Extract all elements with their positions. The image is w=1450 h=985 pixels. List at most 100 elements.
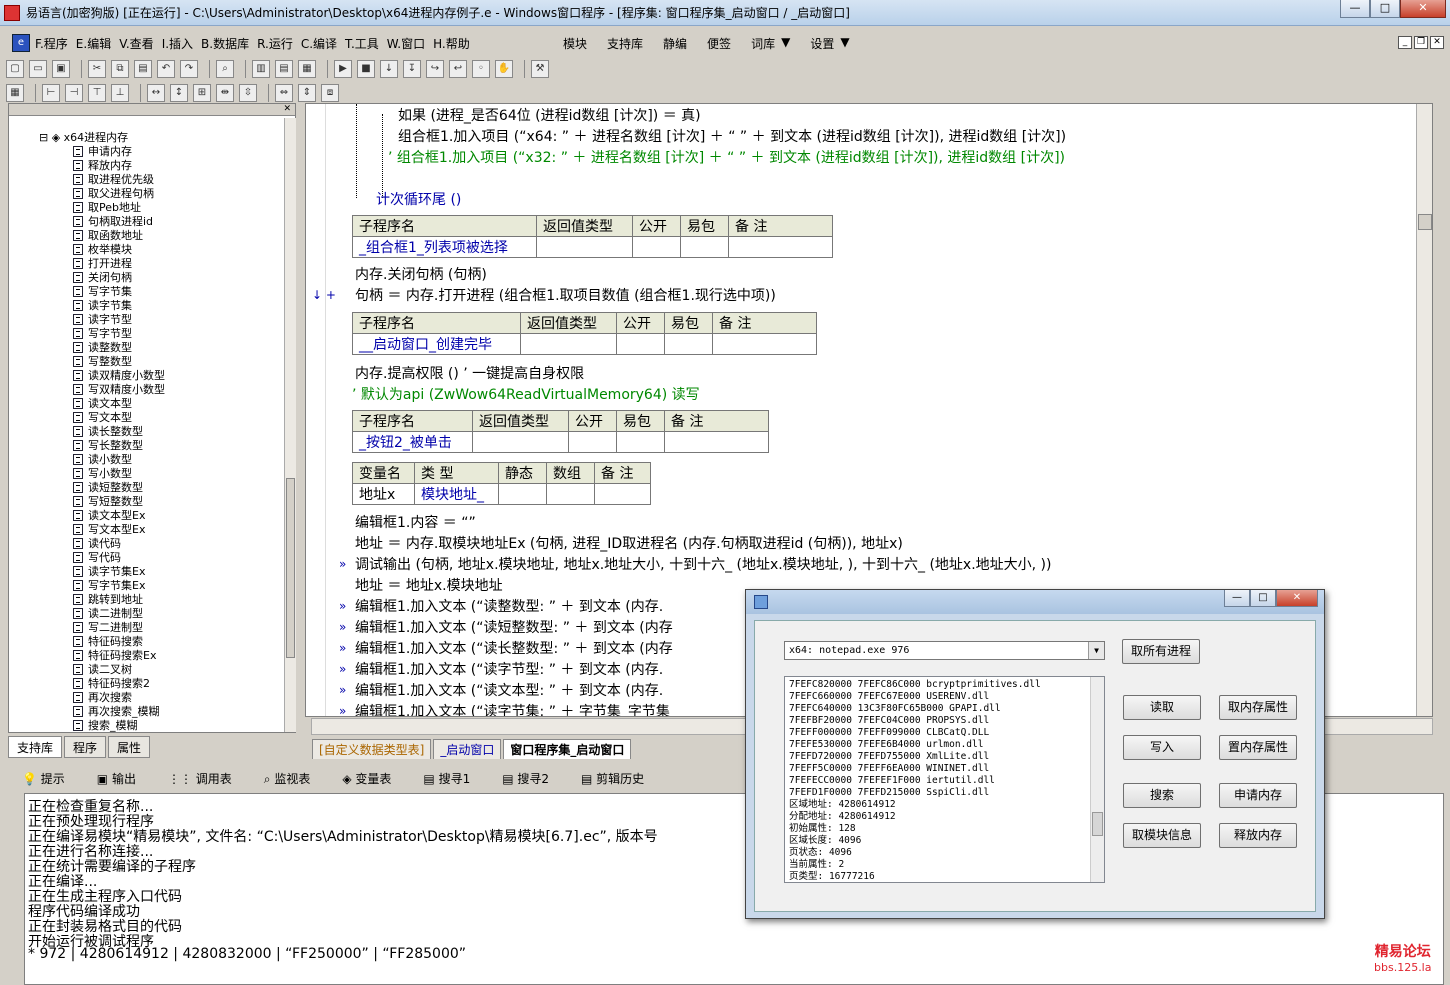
step-icon[interactable]: ↓ xyxy=(380,60,398,78)
mdi-close-icon[interactable]: ✕ xyxy=(1430,36,1444,49)
set-memory-attr-button[interactable]: 置内存属性 xyxy=(1219,735,1297,760)
menu-support-lib[interactable]: 支持库 xyxy=(607,35,643,52)
settings-dropdown-icon[interactable]: ▼ xyxy=(840,35,849,52)
layout2-icon[interactable]: ▤ xyxy=(275,60,293,78)
same-width-icon[interactable]: ↔ xyxy=(147,84,165,102)
open-folder-icon[interactable]: ▭ xyxy=(29,60,47,78)
undo-icon[interactable]: ↶ xyxy=(157,60,175,78)
order-icon[interactable]: ⧈ xyxy=(321,84,339,102)
paste-icon[interactable]: ▤ xyxy=(134,60,152,78)
code-append-byte[interactable]: 编辑框1.加入文本 (“读字节型: ” ＋ 到文本 (内存. xyxy=(355,659,663,679)
dialog-maximize-button[interactable]: □ xyxy=(1250,590,1276,607)
tab-startup-window[interactable]: _启动窗口 xyxy=(433,739,502,759)
align-top-icon[interactable]: ⊤ xyxy=(88,84,106,102)
code-debug-output[interactable]: 调试输出 (句柄, 地址x.模块地址, 地址x.地址大小, 十到十六_ (地址x… xyxy=(355,554,1051,574)
code-append-text[interactable]: 编辑框1.加入文本 (“读文本型: ” ＋ 到文本 (内存. xyxy=(355,680,663,700)
cut-icon[interactable]: ✂ xyxy=(88,60,106,78)
v-space-icon[interactable]: ⇳ xyxy=(239,84,257,102)
code-append-short[interactable]: 编辑框1.加入文本 (“读短整数型: ” ＋ 到文本 (内存 xyxy=(355,617,673,637)
tab-search1[interactable]: ▤ 搜寻1 xyxy=(423,770,486,787)
var-name[interactable]: 地址x xyxy=(352,483,415,505)
get-memory-attr-button[interactable]: 取内存属性 xyxy=(1219,695,1297,720)
menu-tools[interactable]: T.工具 xyxy=(345,35,379,52)
code-close-handle[interactable]: 内存.关闭句柄 (句柄) xyxy=(355,264,487,284)
code-add-item-x64[interactable]: 组合框1.加入项目 (“x64: ” ＋ 进程名数组 [计次] ＋ “ ” ＋ … xyxy=(398,126,1066,146)
menu-help[interactable]: H.帮助 xyxy=(433,35,470,52)
debug-tool-icon[interactable]: ⚒ xyxy=(531,60,549,78)
code-get-module-addr[interactable]: 地址 ＝ 内存.取模块地址Ex (句柄, 进程_ID取进程名 (内存.句柄取进程… xyxy=(355,533,903,553)
module-info-listbox[interactable]: 7FEFC820000 7FEFC86C000 bcryptprimitives… xyxy=(784,676,1105,883)
align-right-icon[interactable]: ⊣ xyxy=(65,84,83,102)
code-address-assign[interactable]: 地址 ＝ 地址x.模块地址 xyxy=(355,575,503,595)
hand-icon[interactable]: ✋ xyxy=(495,60,513,78)
layout1-icon[interactable]: ▥ xyxy=(252,60,270,78)
menu-module[interactable]: 模块 xyxy=(563,35,587,52)
tree-item[interactable]: 搜索_模糊 xyxy=(73,717,138,733)
dialog-minimize-button[interactable]: — xyxy=(1224,590,1250,607)
tree-scrollbar[interactable] xyxy=(284,118,296,732)
code-append-bytes[interactable]: 编辑框1.加入文本 (“读字节集: ” ＋ 字节集_字节集 xyxy=(355,701,670,716)
menu-settings[interactable]: 设置 xyxy=(810,35,834,52)
tab-watch[interactable]: ⌕ 监视表 xyxy=(264,770,327,787)
stop-icon[interactable]: ■ xyxy=(357,60,375,78)
code-append-long[interactable]: 编辑框1.加入文本 (“读长整数型: ” ＋ 到文本 (内存 xyxy=(355,638,673,658)
mdi-restore-icon[interactable]: ❐ xyxy=(1414,36,1428,49)
align-bottom-icon[interactable]: ⊥ xyxy=(111,84,129,102)
menu-window[interactable]: W.窗口 xyxy=(387,35,425,52)
code-add-item-x32-comment[interactable]: ’ 组合框1.加入项目 (“x32: ” ＋ 进程名数组 [计次] ＋ “ ” … xyxy=(388,147,1065,167)
menu-program[interactable]: F.程序 xyxy=(35,35,68,52)
combobox-dropdown-icon[interactable]: ▼ xyxy=(1088,642,1104,659)
process-combobox[interactable]: x64: notepad.exe 976 ▼ xyxy=(784,641,1105,660)
breakpoint-icon[interactable]: ◦ xyxy=(472,60,490,78)
tab-variables[interactable]: ◈ 变量表 xyxy=(342,770,407,787)
same-height-icon[interactable]: ↕ xyxy=(170,84,188,102)
redo-icon[interactable]: ↷ xyxy=(180,60,198,78)
align-grid-icon[interactable]: ▦ xyxy=(6,84,24,102)
read-button[interactable]: 读取 xyxy=(1123,695,1201,720)
sub-name[interactable]: _按钮2_被单击 xyxy=(352,431,473,453)
write-button[interactable]: 写入 xyxy=(1123,735,1201,760)
code-open-process[interactable]: 句柄 ＝ 内存.打开进程 (组合框1.取项目数值 (组合框1.现行选中项)) xyxy=(355,285,776,305)
lexicon-dropdown-icon[interactable]: ▼ xyxy=(781,35,790,52)
close-button[interactable]: ✕ xyxy=(1400,0,1446,18)
same-size-icon[interactable]: ⊞ xyxy=(193,84,211,102)
listbox-scroll-thumb[interactable] xyxy=(1092,812,1103,836)
step-out-icon[interactable]: ↩ xyxy=(449,60,467,78)
editor-vscroll-thumb[interactable] xyxy=(1418,214,1432,230)
center-h-icon[interactable]: ⇔ xyxy=(275,84,293,102)
tab-program[interactable]: 程序 xyxy=(64,736,107,758)
tab-hints[interactable]: 💡 提示 xyxy=(22,770,81,787)
dialog-close-button[interactable]: ✕ xyxy=(1276,590,1318,607)
menu-insert[interactable]: I.插入 xyxy=(162,35,193,52)
get-module-info-button[interactable]: 取模块信息 xyxy=(1123,823,1201,848)
tab-window-assembly[interactable]: 窗口程序集_启动窗口 xyxy=(503,739,632,759)
run-icon[interactable]: ▶ xyxy=(334,60,352,78)
save-icon[interactable]: ▣ xyxy=(52,60,70,78)
menu-database[interactable]: B.数据库 xyxy=(201,35,249,52)
tab-properties[interactable]: 属性 xyxy=(108,736,151,758)
menu-notes[interactable]: 便签 xyxy=(707,35,731,52)
maximize-button[interactable]: □ xyxy=(1370,0,1400,18)
menu-lexicon[interactable]: 词库 xyxy=(751,35,775,52)
menu-run[interactable]: R.运行 xyxy=(257,35,293,52)
editor-vscroll[interactable] xyxy=(1416,104,1432,716)
menu-edit[interactable]: E.编辑 xyxy=(76,35,111,52)
listbox-scrollbar[interactable] xyxy=(1090,677,1104,882)
free-memory-button[interactable]: 释放内存 xyxy=(1219,823,1297,848)
align-left-icon[interactable]: ⊢ xyxy=(42,84,60,102)
code-raise-privilege[interactable]: 内存.提高权限 () ’ 一键提高自身权限 xyxy=(355,363,584,383)
code-if-line[interactable]: 如果 (进程_是否64位 (进程id数组 [计次]) ＝ 真) xyxy=(398,105,701,125)
tab-support-lib[interactable]: 支持库 xyxy=(8,736,63,758)
center-v-icon[interactable]: ⇕ xyxy=(298,84,316,102)
h-space-icon[interactable]: ⇹ xyxy=(216,84,234,102)
tree-scroll-thumb[interactable] xyxy=(286,478,295,658)
var-type[interactable]: 模块地址_ xyxy=(414,483,499,505)
tab-search2[interactable]: ▤ 搜寻2 xyxy=(502,770,565,787)
code-edit-content[interactable]: 编辑框1.内容 ＝ “” xyxy=(355,512,476,532)
layout3-icon[interactable]: ▦ xyxy=(298,60,316,78)
menu-static-compile[interactable]: 静编 xyxy=(663,35,687,52)
code-loop-end[interactable]: 计次循环尾 () xyxy=(376,189,461,209)
search-button[interactable]: 搜索 xyxy=(1123,783,1201,808)
tab-call-stack[interactable]: ⋮⋮ 调用表 xyxy=(168,770,248,787)
menu-compile[interactable]: C.编译 xyxy=(301,35,337,52)
